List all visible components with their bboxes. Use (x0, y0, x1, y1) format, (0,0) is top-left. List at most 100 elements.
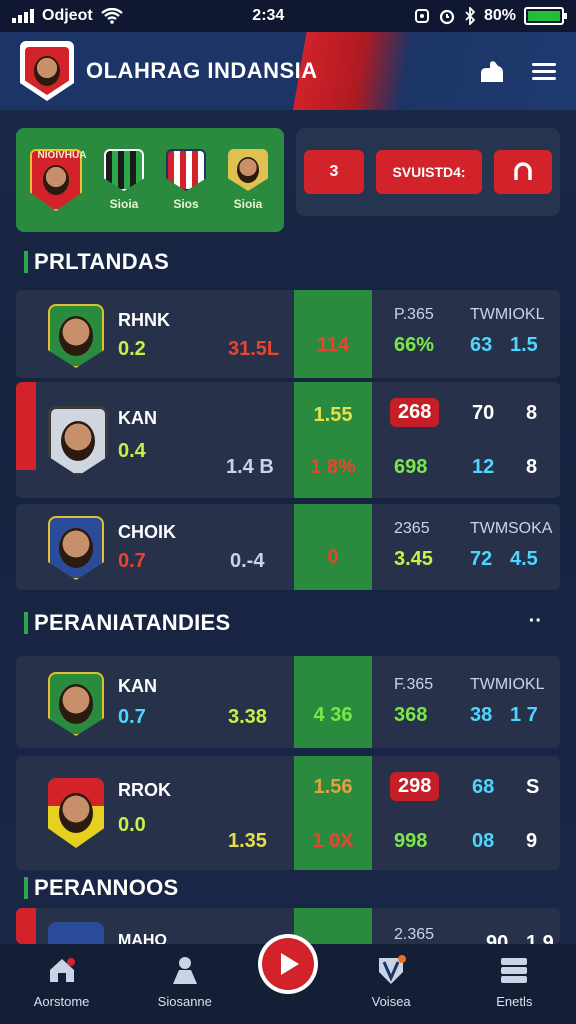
teams-card: NIOIVHUA Sioia Sios Sioia (16, 128, 284, 232)
team-badge-icon (166, 149, 206, 191)
match-row[interactable]: RHNK 0.2 31.5L 114 P.365 66% TWM IOKL 63… (16, 290, 560, 378)
standings-row[interactable]: KAN 0.7 3.38 4 36 F.365 368 TWM IOKL 38 … (16, 656, 560, 748)
stat-value: 9 (526, 830, 538, 852)
stat-value: 998 (394, 830, 428, 852)
stat-value: 68 (472, 776, 495, 798)
shield-icon (379, 955, 407, 984)
team-badge-icon (104, 149, 144, 191)
highlight-value: 1 0X (312, 830, 354, 852)
player-name: MAHO (118, 932, 167, 944)
team-badge-icon (228, 149, 268, 191)
player-name: RROK (118, 780, 171, 800)
more-icon[interactable]: ·· (529, 610, 542, 633)
player-value: 0.2 (118, 338, 146, 360)
stat-value: 63 (470, 334, 493, 356)
stat-value: 1.9 (526, 932, 554, 944)
stat-value: 70 (472, 402, 495, 424)
team-chip[interactable]: Sios (166, 149, 206, 211)
player-badge-icon (48, 406, 108, 476)
battery-icon (523, 7, 567, 25)
stat-value: 12 (472, 456, 495, 478)
alarm-icon (439, 9, 455, 25)
app-logo[interactable] (20, 41, 74, 101)
stat-value: 08 (472, 830, 495, 852)
nav-label: Voisea (371, 994, 411, 1009)
highlight-value: 1.55 (313, 404, 353, 426)
status-left: Odjeot (12, 7, 123, 25)
team-label: NIOIVHUA (37, 150, 87, 161)
nav-videos[interactable]: Voisea (341, 954, 441, 1009)
team-label: Sioia (233, 197, 263, 211)
player-name: KAN (118, 408, 157, 428)
odds-value: 3.38 (228, 706, 267, 728)
stat-header: TWM (470, 676, 509, 693)
stat-value: 72 (470, 548, 493, 570)
home-icon (49, 958, 75, 982)
third-section-title: PERANNOOS (24, 877, 179, 899)
nav-label: Siosanne (157, 994, 212, 1009)
nav-label: Enetls (496, 994, 533, 1009)
stat-header: P.365 (394, 306, 434, 323)
stats-label-pill[interactable]: SVUISTD4: (376, 150, 482, 194)
status-bar: Odjeot 2:34 80% (0, 0, 576, 32)
stat-value: 1.5 (510, 334, 538, 356)
play-icon (262, 938, 314, 990)
player-badge-icon (48, 516, 104, 580)
signal-icon (12, 9, 34, 23)
status-time: 2:34 (252, 7, 285, 24)
team-chip[interactable]: Sioia (228, 149, 268, 211)
stat-header: TWM (470, 520, 509, 537)
player-name: KAN (118, 676, 157, 696)
nav-stats[interactable]: Siosanne (135, 954, 235, 1009)
highlight-column: 1.55 1 8% (294, 382, 372, 498)
nav-details[interactable]: Enetls (464, 954, 564, 1009)
standings-row[interactable]: RROK 0.0 1.35 1.56 1 0X 298 998 68 S 08 … (16, 756, 560, 870)
player-badge-icon (48, 922, 104, 944)
header-actions (478, 58, 556, 84)
menu-icon[interactable] (532, 59, 556, 84)
highlight-value: 114 (316, 334, 350, 356)
highlight-value: 1.56 (313, 776, 353, 798)
magnet-button[interactable] (494, 150, 552, 194)
stat-value: 698 (394, 456, 428, 478)
match-row[interactable]: KAN 0.4 1.4 B 1.55 1 8% 268 698 70 8 12 … (16, 382, 560, 498)
odds-value: 1.4 B (226, 456, 274, 478)
stat-value: 8 (526, 456, 538, 478)
highlight-column: 4 36 (294, 656, 372, 748)
stat-header: TWM (470, 306, 509, 323)
stats-card: 3 SVUISTD4: (296, 128, 560, 216)
highlight-column: 114 (294, 290, 372, 378)
stats-count-pill[interactable]: 3 (304, 150, 364, 194)
player-badge-icon (48, 672, 104, 736)
row-accent (16, 908, 36, 944)
odds-value: 1.35 (228, 830, 267, 852)
stat-value: 1 7 (510, 704, 538, 726)
stat-box: 298 (390, 772, 440, 801)
matches-section-title: PRLTANDAS (24, 251, 169, 273)
odds-value: 31.5L (228, 338, 280, 360)
stat-header: F.365 (394, 676, 434, 693)
team-chip[interactable]: Sioia (104, 149, 144, 211)
carrier: Odjeot (42, 7, 93, 24)
match-row[interactable]: CHOIK 0.7 0.-4 0 2365 3.45 TWM SOKA 72 4… (16, 504, 560, 590)
highlight-column: 1.56 1 0X (294, 756, 372, 870)
player-value: 0.7 (118, 706, 146, 728)
player-name: RHNK (118, 310, 170, 330)
battery-percent: 80% (483, 7, 516, 24)
highlight-value: 0 (327, 546, 339, 568)
app-header: OLAHRAG INDANSIA (0, 32, 576, 110)
stat-value: 368 (394, 704, 428, 726)
stat-header: SOKA (508, 520, 553, 537)
nav-home[interactable]: Aorstome (12, 954, 112, 1009)
play-button[interactable] (258, 934, 318, 994)
nav-label: Aorstome (33, 994, 90, 1009)
stat-box: 268 (390, 398, 440, 427)
players-icon (172, 957, 197, 984)
stat-header: IOKL (508, 306, 545, 323)
profile-icon[interactable] (478, 58, 506, 84)
stat-value: S (526, 776, 540, 798)
team-chip[interactable]: NIOIVHUA (30, 149, 86, 211)
app-title: OLAHRAG INDANSIA (86, 58, 318, 83)
stat-value: 4.5 (510, 548, 538, 570)
lock-rotation-icon (414, 9, 429, 23)
